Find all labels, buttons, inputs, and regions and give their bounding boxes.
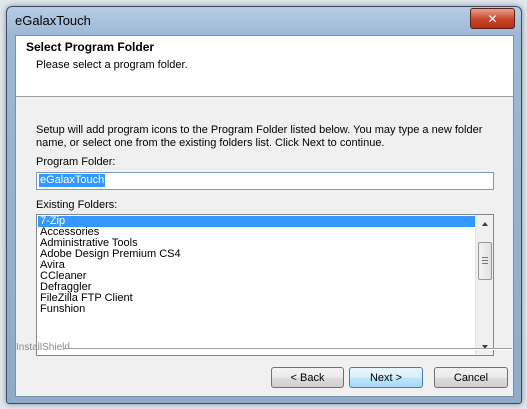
title-bar[interactable]: eGalaxTouch ✕ — [7, 7, 521, 35]
dialog-header: Select Program Folder Please select a pr… — [16, 36, 513, 97]
close-button[interactable]: ✕ — [470, 8, 515, 29]
cancel-button[interactable]: Cancel — [434, 367, 508, 388]
grip-line — [482, 260, 488, 261]
grip-line — [482, 263, 488, 264]
list-item[interactable]: CCleaner — [38, 271, 475, 282]
scroll-down-button[interactable] — [476, 338, 493, 355]
chevron-up-icon — [481, 221, 488, 226]
next-button[interactable]: Next > — [349, 367, 423, 388]
scroll-thumb[interactable] — [478, 242, 492, 280]
list-item[interactable]: Funshion — [38, 304, 475, 315]
existing-folders-list[interactable]: 7-Zip Accessories Administrative Tools Adob… — [36, 214, 494, 356]
window-title: eGalaxTouch — [15, 13, 91, 28]
program-folder-label: Program Folder: — [36, 156, 116, 168]
installer-window: eGalaxTouch ✕ Select Program Folder Plea… — [6, 6, 522, 404]
grip-line — [482, 257, 488, 258]
list-item[interactable]: FileZilla FTP Client — [38, 293, 475, 304]
header-title: Select Program Folder — [26, 40, 155, 54]
close-icon: ✕ — [487, 11, 498, 26]
footer-divider — [64, 348, 512, 350]
existing-folders-label: Existing Folders: — [36, 199, 118, 211]
dialog-client-area: Select Program Folder Please select a pr… — [15, 35, 514, 397]
program-folder-input[interactable]: eGalaxTouch — [36, 172, 494, 190]
list-item[interactable]: Adobe Design Premium CS4 — [38, 249, 475, 260]
program-folder-value: eGalaxTouch — [39, 174, 106, 187]
back-button[interactable]: < Back — [271, 367, 344, 388]
header-subtitle: Please select a program folder. — [36, 59, 188, 71]
list-item[interactable]: 7-Zip — [38, 216, 475, 227]
instructions-text: Setup will add program icons to the Prog… — [36, 124, 483, 149]
list-scrollbar[interactable] — [475, 215, 493, 355]
folder-list-items: 7-Zip Accessories Administrative Tools Adob… — [38, 216, 475, 315]
scroll-up-button[interactable] — [476, 215, 493, 232]
list-item[interactable]: Avira — [38, 260, 475, 271]
installshield-brand: InstallShield — [16, 342, 70, 353]
